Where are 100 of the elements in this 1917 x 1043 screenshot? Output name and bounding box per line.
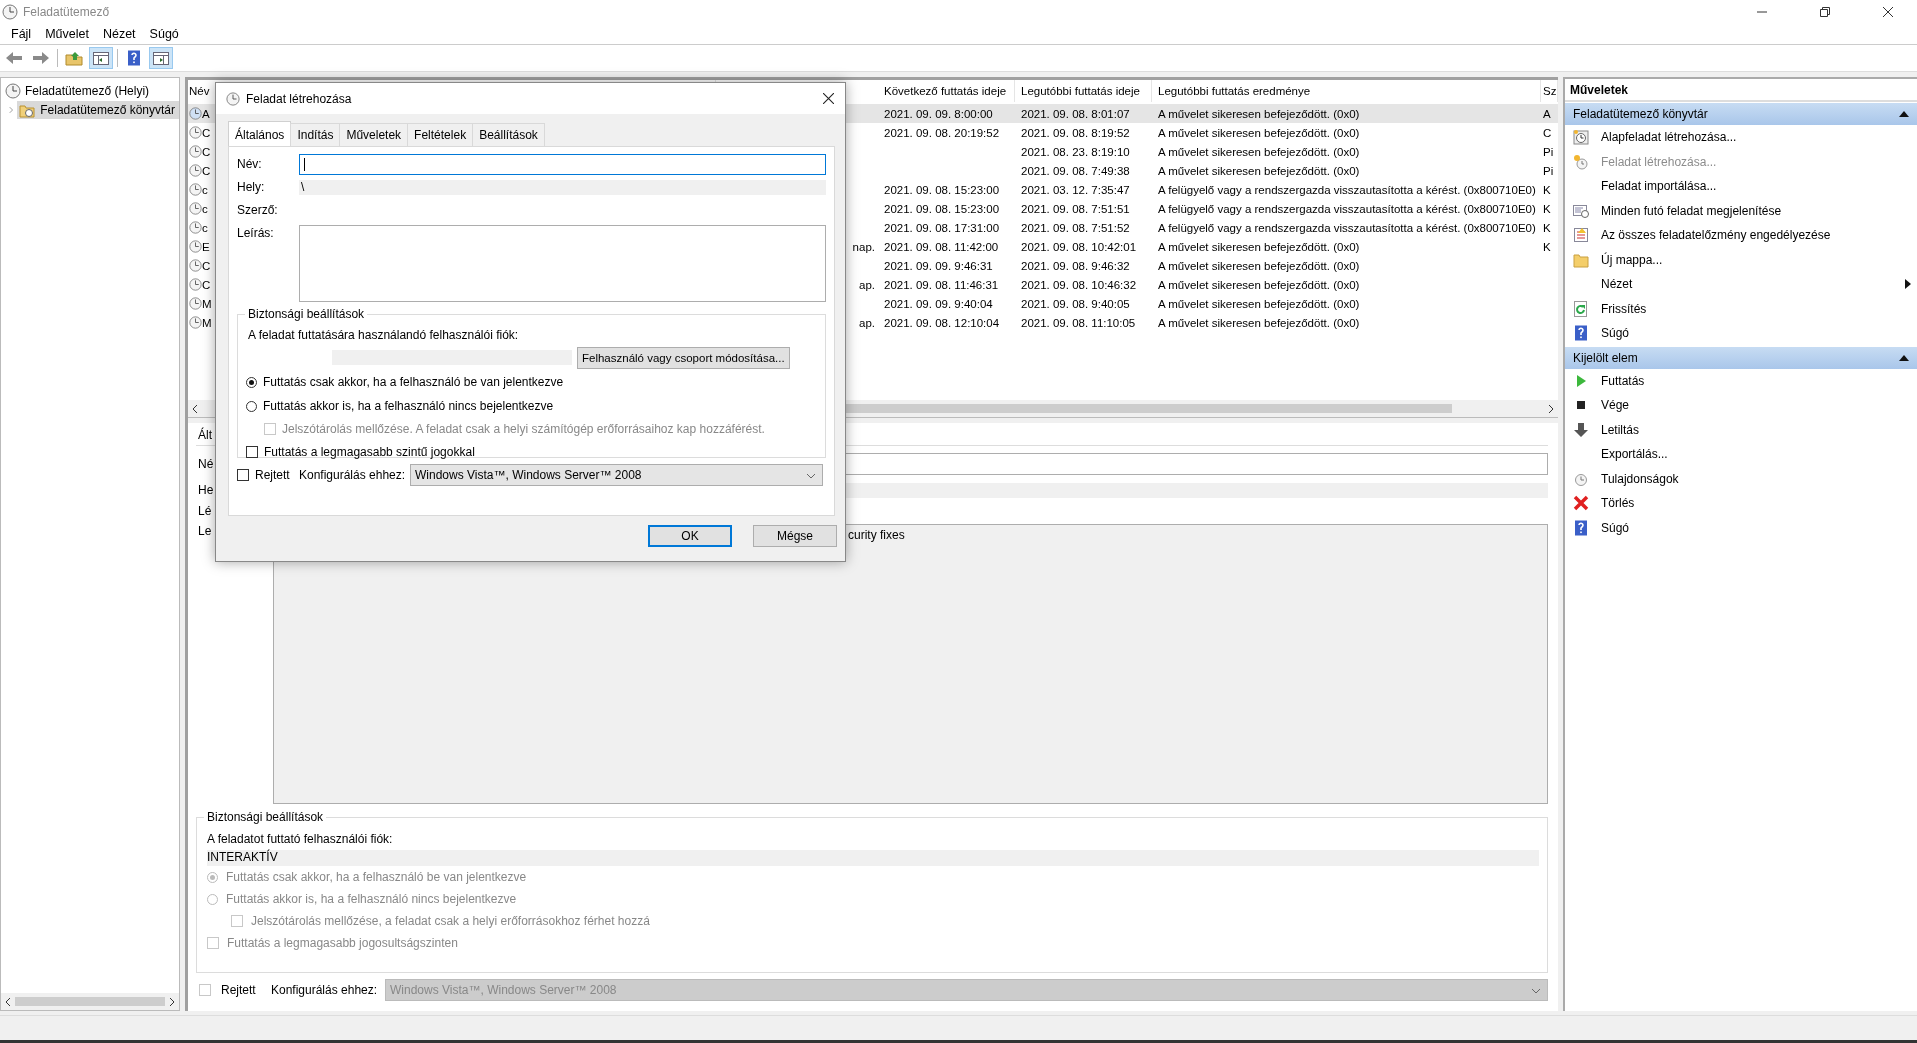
table-cell: nap.: [852, 240, 875, 253]
clock-icon: [189, 107, 202, 120]
config-dropdown[interactable]: Windows Vista™, Windows Server™ 2008: [410, 464, 823, 486]
action-item[interactable]: Feladat importálása...: [1565, 174, 1917, 199]
group-title: Biztonsági beállítások: [245, 307, 368, 321]
option-label: Futtatás a legmagasabb szintű jogokkal: [264, 445, 475, 459]
collapse-icon[interactable]: [1899, 111, 1909, 117]
table-cell: A művelet sikeresen befejeződött. (0x0): [1158, 278, 1360, 291]
table-cell: A művelet sikeresen befejeződött. (0x0): [1158, 316, 1360, 329]
account-value: INTERAKTÍV: [207, 850, 1539, 866]
table-cell: 2021. 09. 08. 15:23:00: [884, 202, 1000, 215]
table-cell: A művelet sikeresen befejeződött. (0x0): [1158, 259, 1360, 272]
field-label: Hely:: [237, 180, 266, 194]
action-item[interactable]: Súgó: [1565, 321, 1917, 346]
action-item[interactable]: Súgó: [1565, 515, 1917, 540]
table-cell: 2021. 09. 08. 10:42:01: [1021, 240, 1137, 253]
option-label: Futtatás akkor is, ha a felhasználó nincs bejelentkezve: [226, 892, 517, 906]
table-cell: 2021. 09. 08. 10:46:32: [1021, 278, 1137, 291]
section-header[interactable]: Kijelölt elem: [1565, 346, 1917, 369]
table-cell: A felügyelő vagy a rendszergazda visszautasította a kérést. (0x800710E0): [1158, 202, 1536, 215]
scroll-left-icon[interactable]: [5, 996, 11, 1007]
table-cell: 2021. 09. 08. 7:49:38: [1021, 164, 1130, 177]
field-label: Konfigurálás ehhez:: [298, 468, 407, 482]
ok-button[interactable]: OK: [648, 525, 732, 547]
action-item[interactable]: Az összes feladatelőzmény engedélyezése: [1565, 223, 1917, 248]
table-cell: 2021. 09. 08. 11:42:00: [884, 240, 999, 253]
log-icon: [1573, 227, 1589, 244]
tree-item[interactable]: Feladatütemező könyvtár: [17, 100, 179, 119]
table-cell: 2021. 09. 09. 9:46:31: [884, 259, 993, 272]
action-item[interactable]: Minden futó feladat megjelenítése: [1565, 198, 1917, 223]
close-icon[interactable]: [823, 93, 834, 104]
panel-icon[interactable]: [90, 48, 112, 68]
column-header[interactable]: Legutóbbi futtatás eredménye: [1152, 80, 1541, 102]
checkbox-label: Rejtett: [221, 983, 257, 997]
action-item[interactable]: Tulajdonságok: [1565, 466, 1917, 491]
table-cell: c: [202, 221, 208, 234]
cancel-button[interactable]: Mégse: [753, 525, 837, 547]
action-item[interactable]: Frissítés: [1565, 296, 1917, 321]
close-icon[interactable]: [1883, 7, 1893, 17]
action-item[interactable]: Futtatás: [1565, 368, 1917, 393]
name-field[interactable]: [299, 153, 826, 175]
table-cell: c: [202, 202, 208, 215]
table-cell: 2021. 09. 08. 7:51:52: [1021, 221, 1130, 234]
help-icon: [1573, 325, 1589, 342]
action-item[interactable]: Új mappa...: [1565, 247, 1917, 272]
option-label: Jelszótárolás mellőzése. A feladat csak a helyi számítógép erőforrásaihoz kap hozzáférést.: [282, 422, 765, 436]
scroll-left-icon[interactable]: [192, 403, 198, 414]
table-cell: A művelet sikeresen befejeződött. (0x0): [1158, 240, 1360, 253]
table-row[interactable]: E nap. 2021. 09. 08. 11:42:00 2021. 09. 08. 10:42:01 A művelet sikeresen befejeződött. (0x0) K: [188, 237, 1558, 256]
menu-item[interactable]: Nézet: [95, 25, 143, 43]
panel-icon[interactable]: [150, 48, 172, 68]
table-cell: ap.: [859, 278, 875, 291]
tab[interactable]: Általános: [228, 121, 292, 146]
scroll-right-icon[interactable]: [169, 996, 175, 1007]
table-cell: c: [202, 183, 208, 196]
action-item[interactable]: Letiltás: [1565, 417, 1917, 442]
option-label: Futtatás akkor is, ha a felhasználó nincs bejelentkezve: [263, 399, 554, 413]
table-cell: K: [1543, 221, 1551, 234]
action-item[interactable]: Vége: [1565, 393, 1917, 418]
table-row[interactable]: C ap. 2021. 09. 08. 11:46:31 2021. 09. 08. 10:46:32 A művelet sikeresen befejeződött. (0x0): [188, 275, 1558, 294]
description-text: curity fixes: [848, 528, 905, 542]
tab[interactable]: Beállítások: [472, 123, 545, 146]
menu-item[interactable]: Súgó: [142, 25, 186, 43]
table-cell: 2021. 09. 08. 15:23:00: [884, 183, 1000, 196]
table-cell: 2021. 09. 08. 9:46:32: [1021, 259, 1130, 272]
table-cell: 2021. 09. 08. 17:31:00: [884, 221, 1000, 234]
table-cell: M: [202, 297, 212, 310]
table-cell: 2021. 09. 08. 8:01:07: [1021, 107, 1130, 120]
description-field[interactable]: [299, 225, 826, 302]
section-header[interactable]: Feladatütemező könyvtár: [1565, 103, 1917, 125]
menu-item[interactable]: Művelet: [38, 25, 96, 43]
action-item[interactable]: Exportálás...: [1565, 442, 1917, 467]
radio-button[interactable]: [246, 400, 257, 412]
action-item[interactable]: Nézet: [1565, 272, 1917, 297]
table-cell: A művelet sikeresen befejeződött. (0x0): [1158, 297, 1360, 310]
menu-item[interactable]: Fájl: [4, 25, 39, 43]
table-row[interactable]: C 2021. 09. 09. 9:46:31 2021. 09. 08. 9:46:32 A művelet sikeresen befejeződött. (0x0): [188, 256, 1558, 275]
table-cell: 2021. 09. 09. 8:00:00: [884, 107, 993, 120]
horizontal-scrollbar[interactable]: [1, 993, 179, 1010]
tree-item[interactable]: Feladatütemező (Helyi): [1, 81, 179, 100]
table-cell: Pi: [1543, 145, 1554, 158]
column-header[interactable]: Sz: [1541, 80, 1558, 102]
change-user-button[interactable]: Felhasználó vagy csoport módosítása...: [577, 346, 790, 369]
scroll-right-icon[interactable]: [1548, 403, 1554, 414]
action-item[interactable]: Alapfeladat létrehozása...: [1565, 125, 1917, 150]
tab[interactable]: Indítás: [290, 123, 341, 146]
restore-icon[interactable]: [1820, 7, 1830, 17]
radio-button[interactable]: [246, 376, 257, 388]
table-cell: C: [202, 278, 211, 291]
table-cell: A művelet sikeresen befejeződött. (0x0): [1158, 164, 1360, 177]
collapse-icon[interactable]: [1899, 354, 1909, 361]
column-header[interactable]: Következő futtatás ideje: [878, 80, 1015, 102]
action-item[interactable]: Törlés: [1565, 491, 1917, 516]
account-label: A feladatot futtató felhasználói fiók:: [207, 832, 394, 848]
field-label: Konfigurálás ehhez:: [271, 983, 379, 997]
clock-icon: [5, 82, 21, 99]
checkbox[interactable]: [246, 446, 258, 458]
checkbox[interactable]: [237, 469, 249, 481]
tab[interactable]: Ált: [196, 425, 214, 445]
column-header[interactable]: Legutóbbi futtatás ideje: [1015, 80, 1152, 102]
